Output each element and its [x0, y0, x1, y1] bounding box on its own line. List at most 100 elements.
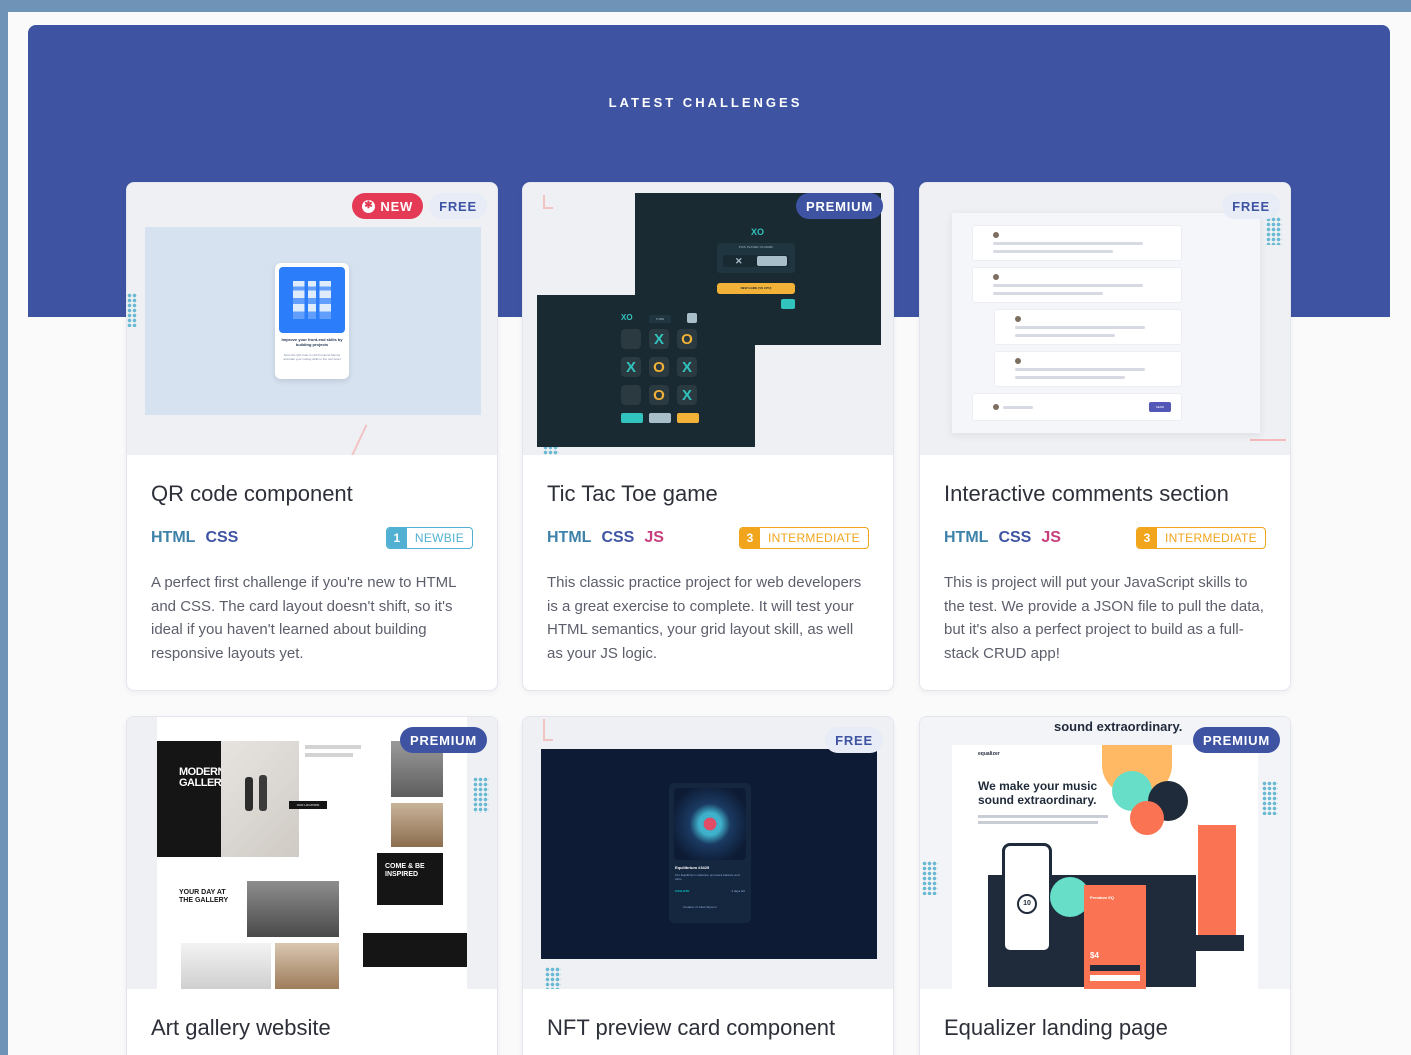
lang-css: CSS	[998, 529, 1032, 546]
card-preview[interactable]: Improve your front-end skills by buildin…	[127, 183, 497, 455]
card-preview[interactable]: MODERN ART GALLERY OUR LOCATION COME & B…	[127, 717, 497, 989]
ttt-cell: O	[649, 357, 669, 377]
dots-decoration	[473, 777, 489, 813]
lang-js: JS	[644, 529, 664, 546]
comments-preview-panel: SEND	[952, 213, 1260, 433]
free-badge: FREE	[1222, 193, 1280, 219]
ttt-restart-icon	[687, 313, 697, 323]
card-preview[interactable]: sound extraordinary. equalizer We make y…	[920, 717, 1290, 989]
card-title[interactable]: Equalizer landing page	[944, 1015, 1266, 1041]
dots-decoration	[922, 861, 938, 895]
nft-creator: Creation of Jules Wyvern	[683, 905, 717, 909]
gallery-page-mock: MODERN ART GALLERY OUR LOCATION COME & B…	[157, 717, 467, 989]
difficulty-level-number: 3	[1136, 528, 1157, 548]
ttt-turn-indicator: TURN	[649, 315, 671, 323]
difficulty-badge: 1 NEWBIE	[385, 527, 473, 549]
lang-css: CSS	[601, 529, 635, 546]
qr-card-mock: Improve your front-end skills by buildin…	[275, 263, 349, 379]
card-badges: PREMIUM	[400, 727, 487, 753]
eq-logo: equalizer	[978, 751, 1000, 757]
ttt-logo-front: XO	[621, 313, 633, 322]
challenge-card-tic-tac-toe[interactable]: XO PICK PLAYER 1'S MARK ✕ NEW GAME (VS C…	[522, 182, 894, 691]
challenge-card-art-gallery[interactable]: MODERN ART GALLERY OUR LOCATION COME & B…	[126, 716, 498, 1055]
card-meta: HTML CSS JS 3 INTERMEDIATE	[944, 527, 1266, 549]
premium-badge: PREMIUM	[1193, 727, 1280, 753]
card-title[interactable]: NFT preview card component	[547, 1015, 869, 1041]
eq-premium-card: Premium EQ $4	[1084, 885, 1146, 989]
challenge-card-equalizer[interactable]: sound extraordinary. equalizer We make y…	[919, 716, 1291, 1055]
card-description: This classic practice project for web de…	[547, 574, 862, 662]
nft-preview-panel: Equilibrium #3429 Our Equilibrium collec…	[541, 749, 877, 959]
card-description: A perfect first challenge if you're new …	[151, 574, 456, 662]
card-title[interactable]: Art gallery website	[151, 1015, 473, 1041]
eq-premium-label: Premium EQ	[1090, 895, 1115, 900]
ttt-board-screen: XO TURN X O X O X O X	[537, 295, 755, 447]
ttt-cell: X	[621, 357, 641, 377]
eq-price: $4	[1090, 951, 1099, 960]
card-preview[interactable]: SEND FREE	[920, 183, 1290, 455]
ttt-cell: X	[649, 329, 669, 349]
nft-card-mock: Equilibrium #3429 Our Equilibrium collec…	[669, 783, 751, 923]
difficulty-badge: 3 INTERMEDIATE	[1135, 527, 1266, 549]
ttt-cell: X	[677, 357, 697, 377]
lang-js: JS	[1041, 529, 1061, 546]
premium-badge: PREMIUM	[400, 727, 487, 753]
ttt-cell	[621, 329, 641, 349]
nft-name: Equilibrium #3429	[675, 865, 710, 870]
challenge-card-nft-preview[interactable]: Equilibrium #3429 Our Equilibrium collec…	[522, 716, 894, 1055]
eq-phone-mock: 10	[1002, 843, 1052, 953]
card-badges: PREMIUM	[796, 193, 883, 219]
card-meta: HTML CSS 1 NEWBIE	[151, 527, 473, 549]
dots-decoration	[1262, 781, 1278, 815]
eq-headline: We make your music sound extraordinary.	[978, 779, 1098, 807]
difficulty-level-label: INTERMEDIATE	[767, 531, 860, 545]
ttt-new-game-button: NEW GAME (VS CPU)	[717, 283, 795, 294]
ttt-logo-back: XO	[751, 227, 765, 237]
ttt-cell: O	[649, 385, 669, 405]
dots-decoration	[545, 967, 561, 989]
eq-score: 10	[1017, 894, 1037, 914]
qr-code-image	[279, 267, 345, 333]
card-title[interactable]: QR code component	[151, 481, 473, 507]
card-preview[interactable]: XO PICK PLAYER 1'S MARK ✕ NEW GAME (VS C…	[523, 183, 893, 455]
star-icon: ✱	[362, 199, 376, 213]
ttt-pick-text: PICK PLAYER 1'S MARK	[738, 245, 774, 249]
dots-decoration	[127, 293, 137, 327]
difficulty-level-number: 1	[386, 528, 407, 548]
new-badge: ✱ NEW	[352, 193, 424, 219]
window-left-strip	[0, 0, 8, 1055]
qr-caption: Improve your front-end skills by buildin…	[281, 337, 343, 347]
ttt-cell: X	[677, 385, 697, 405]
difficulty-level-label: NEWBIE	[414, 531, 464, 545]
qr-subcaption: Scan the QR code to visit Frontend Mento…	[283, 353, 341, 361]
challenge-card-qr-code[interactable]: Improve your front-end skills by buildin…	[126, 182, 498, 691]
premium-badge: PREMIUM	[796, 193, 883, 219]
nft-price: 0.041 ETH	[675, 889, 690, 893]
gallery-heading-3: COME & BE INSPIRED	[385, 863, 425, 878]
window-top-strip	[0, 0, 1411, 12]
eq-page-mock: equalizer We make your music sound extra…	[952, 745, 1258, 989]
difficulty-level-number: 3	[739, 528, 760, 548]
card-title[interactable]: Tic Tac Toe game	[547, 481, 869, 507]
card-badges: FREE	[825, 727, 883, 753]
send-button: SEND	[1149, 402, 1171, 412]
free-badge: FREE	[825, 727, 883, 753]
card-description: This is project will put your JavaScript…	[944, 574, 1264, 662]
card-badges: PREMIUM	[1193, 727, 1280, 753]
nft-time: 3 days left	[731, 889, 745, 893]
language-tags: HTML CSS JS	[547, 529, 664, 547]
section-title: LATEST CHALLENGES	[608, 95, 803, 110]
eq-top-text: sound extraordinary.	[1054, 719, 1183, 734]
lang-html: HTML	[151, 529, 196, 546]
language-tags: HTML CSS	[151, 529, 238, 547]
ttt-cell	[621, 385, 641, 405]
lang-css: CSS	[205, 529, 239, 546]
nft-image	[674, 788, 746, 860]
card-title[interactable]: Interactive comments section	[944, 481, 1266, 507]
free-badge: FREE	[429, 193, 487, 219]
card-badges: ✱ NEW FREE	[352, 193, 487, 219]
challenge-card-interactive-comments[interactable]: SEND FREE Interactive comments section H…	[919, 182, 1291, 691]
card-meta: HTML CSS JS 3 INTERMEDIATE	[547, 527, 869, 549]
card-preview[interactable]: Equilibrium #3429 Our Equilibrium collec…	[523, 717, 893, 989]
language-tags: HTML CSS JS	[944, 529, 1061, 547]
